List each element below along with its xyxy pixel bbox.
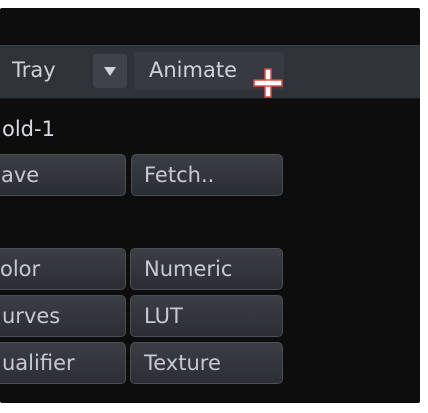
animate-label: Animate [149,58,237,82]
numeric-button-label: Numeric [144,257,233,281]
fetch-button-label: Fetch.. [144,163,215,187]
grading-panel: Tray Animate old-1 ave Fetch.. olor Nume… [0,8,420,403]
lut-button-label: LUT [144,304,183,328]
color-button-label: olor [0,257,41,281]
texture-button[interactable]: Texture [130,342,283,384]
panel-toolbar: Tray Animate [0,45,420,99]
fold-label: old-1 [2,117,55,141]
crosshair-cursor-icon [253,68,283,98]
curves-button[interactable]: urves [0,295,126,337]
qualifier-button-label: ualifier [2,351,75,375]
fetch-button[interactable]: Fetch.. [131,154,283,196]
numeric-button[interactable]: Numeric [130,248,283,290]
tray-label[interactable]: Tray [12,53,56,87]
save-button[interactable]: ave [0,154,126,196]
screenshot-viewport: Tray Animate old-1 ave Fetch.. olor Nume… [0,0,428,413]
triangle-down-icon [104,67,116,76]
qualifier-button[interactable]: ualifier [0,342,126,384]
color-button[interactable]: olor [0,248,126,290]
save-button-label: ave [1,163,40,187]
tray-dropdown-button[interactable] [93,54,127,88]
lut-button[interactable]: LUT [130,295,283,337]
texture-button-label: Texture [144,351,221,375]
curves-button-label: urves [2,304,61,328]
